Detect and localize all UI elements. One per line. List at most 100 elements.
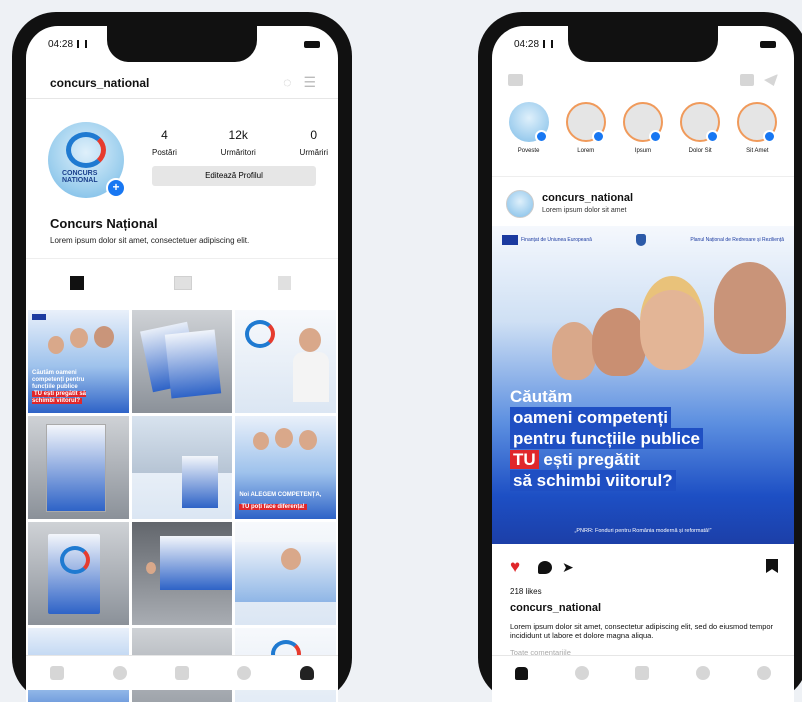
billboard-image	[159, 536, 232, 590]
send-icon[interactable]	[764, 74, 778, 86]
like-heart-icon[interactable]: ♥	[510, 558, 520, 576]
story-label: Poveste	[517, 148, 540, 154]
heart-icon[interactable]	[696, 666, 711, 680]
status-time: 04:28	[48, 38, 74, 50]
story-label: Lorem	[577, 148, 595, 154]
display-name: Concurs Național	[50, 216, 158, 231]
add-icon[interactable]	[635, 666, 650, 680]
post-username[interactable]: concurs_national	[542, 192, 633, 204]
caption-username[interactable]: concurs_national	[510, 602, 601, 614]
profile-tabs	[26, 272, 338, 302]
story-item[interactable]: Dolor Sit	[676, 102, 724, 162]
headline-line: Căutăm	[510, 387, 573, 406]
tab-grid[interactable]	[70, 276, 84, 290]
search-icon[interactable]	[112, 666, 127, 680]
tab-reels[interactable]	[174, 276, 192, 290]
camera-icon[interactable]	[508, 74, 523, 86]
grid-post[interactable]	[131, 522, 233, 625]
story-badge-icon	[763, 130, 777, 143]
bookmark-icon[interactable]	[766, 559, 778, 573]
profile-icon[interactable]	[299, 666, 314, 680]
logo-ring-icon	[60, 546, 90, 574]
stat-following[interactable]: 0 Urmăriri	[300, 128, 328, 157]
grid-post[interactable]	[28, 416, 129, 519]
profile-icon[interactable]	[756, 666, 771, 680]
heart-icon[interactable]	[237, 666, 252, 680]
add-icon[interactable]	[174, 666, 189, 680]
send-icon[interactable]: ➤	[562, 559, 574, 576]
phone-feed: 04:28 Poveste Lorem Ipsum Dolor Sit Sit …	[478, 12, 802, 702]
tab-tagged[interactable]	[278, 276, 291, 290]
likes-count[interactable]: 218 likes	[510, 587, 542, 596]
post-image[interactable]: Finanțat de Uniunea Europeană Planul Naț…	[492, 226, 794, 544]
reels-icon	[174, 276, 192, 290]
grid-post[interactable]	[28, 522, 129, 625]
profile-screen: 04:28 concurs_national ◌ ☰ CONCURS NATION…	[26, 26, 338, 702]
grid-post[interactable]	[235, 310, 336, 413]
story-label: Ipsum	[634, 148, 652, 154]
add-story-icon[interactable]: +	[106, 178, 126, 198]
status-time: 04:28	[514, 38, 540, 50]
headline-red: TU	[510, 450, 539, 469]
profile-bio: Lorem ipsum dolor sit amet, consectetuer…	[50, 236, 250, 245]
story-badge-icon	[706, 130, 720, 143]
person-image	[592, 308, 646, 376]
battery-icon	[304, 40, 320, 48]
refresh-icon[interactable]: ◌	[283, 74, 291, 91]
post-logos: Finanțat de Uniunea Europeană Planul Naț…	[502, 234, 784, 246]
eu-logo-text: Finanțat de Uniunea Europeană	[521, 237, 592, 243]
post-actions: ♥ ➤	[510, 558, 778, 578]
comment-icon[interactable]	[538, 561, 552, 574]
person-image	[299, 328, 322, 352]
add-story-icon	[534, 130, 548, 143]
headline-line: pentru funcțiile publice	[510, 428, 704, 449]
story-badge-icon	[648, 130, 662, 143]
stat-value: 12k	[228, 128, 248, 142]
stat-posts[interactable]: 4 Postări	[152, 128, 177, 157]
person-image	[145, 562, 156, 574]
menu-icon[interactable]: ☰	[303, 74, 316, 91]
grid-icon	[70, 276, 84, 290]
person-image	[640, 276, 704, 370]
edit-profile-button[interactable]: Editează Profilul	[152, 166, 316, 186]
billboard-image	[46, 424, 106, 512]
stat-value: 4	[161, 128, 168, 142]
grid-post[interactable]: Căutăm oameni competenți pentru funcțiil…	[28, 310, 129, 413]
stat-value: 0	[310, 128, 318, 142]
grid-post[interactable]: Noi ALEGEM COMPETENȚA, TU poți face dife…	[235, 416, 336, 519]
igtv-icon[interactable]	[740, 74, 754, 86]
feed-header	[492, 70, 794, 94]
person-image	[299, 430, 318, 450]
battery-icon	[760, 40, 776, 48]
search-icon[interactable]	[574, 666, 589, 680]
post-location[interactable]: Lorem ipsum dolor sit amet	[542, 207, 626, 214]
eu-flag-icon	[32, 314, 46, 320]
home-icon[interactable]	[515, 666, 529, 680]
story-item[interactable]: Lorem	[562, 102, 610, 162]
grid-caption-red: TU ești pregătit să schimbi viitorul?	[32, 391, 102, 405]
divider	[26, 258, 338, 259]
bus-stop-ad	[181, 456, 218, 508]
story-item[interactable]: Ipsum	[619, 102, 667, 162]
feed-screen: 04:28 Poveste Lorem Ipsum Dolor Sit Sit …	[492, 26, 794, 702]
logo-ring-icon	[245, 320, 276, 348]
post-headline: Căutăm oameni competenți pentru funcțiil…	[510, 386, 704, 491]
stat-followers[interactable]: 12k Urmăritori	[221, 128, 256, 157]
grid-post[interactable]	[131, 310, 233, 413]
headline-line: ești pregătit	[538, 450, 640, 469]
stories-bar: Poveste Lorem Ipsum Dolor Sit Sit Amet	[492, 102, 794, 162]
post-avatar[interactable]	[506, 190, 534, 218]
grid-post[interactable]	[131, 416, 233, 519]
brochure-image	[164, 329, 221, 399]
divider	[492, 176, 794, 177]
story-item[interactable]: Sit Amet	[733, 102, 781, 162]
grid-caption-text: TU poți face diferența!	[239, 504, 307, 510]
story-item[interactable]: Poveste	[505, 102, 553, 162]
profile-avatar[interactable]: CONCURS NATIONAL +	[48, 122, 126, 198]
bottom-nav	[26, 655, 338, 690]
posts-grid: Căutăm oameni competenți pentru funcțiil…	[28, 310, 336, 702]
grid-post[interactable]	[235, 522, 336, 625]
home-icon[interactable]	[50, 666, 65, 680]
grid-caption-text: TU ești pregătit să schimbi viitorul?	[32, 391, 87, 404]
grid-caption-red: TU poți face diferența!	[239, 504, 329, 511]
